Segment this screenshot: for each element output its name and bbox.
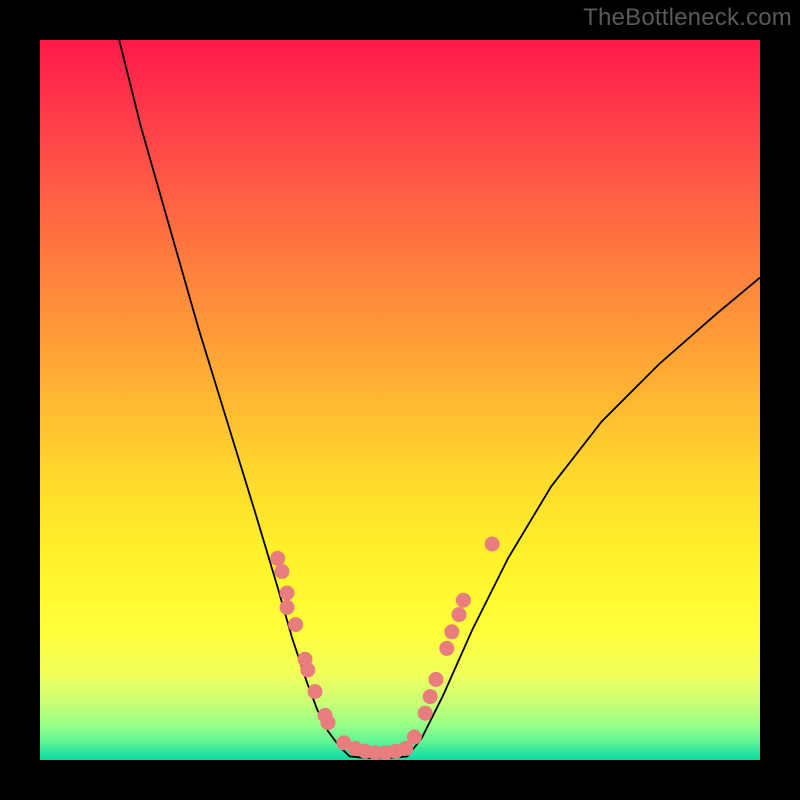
data-point — [308, 684, 323, 699]
data-point — [300, 663, 315, 678]
data-point — [444, 624, 459, 639]
data-point — [274, 564, 289, 579]
data-point — [423, 689, 438, 704]
plot-area — [40, 40, 760, 760]
curve-layer — [40, 40, 760, 760]
data-point — [485, 537, 500, 552]
data-point — [270, 551, 285, 566]
data-point — [418, 706, 433, 721]
data-point — [280, 586, 295, 601]
data-point — [439, 641, 454, 656]
data-point — [288, 617, 303, 632]
data-point — [456, 593, 471, 608]
chart-canvas: TheBottleneck.com — [0, 0, 800, 800]
data-point — [280, 600, 295, 615]
data-point — [407, 730, 422, 745]
data-point — [429, 672, 444, 687]
watermark-text: TheBottleneck.com — [583, 4, 792, 32]
data-point — [452, 607, 467, 622]
data-point — [321, 715, 336, 730]
data-points — [270, 537, 500, 761]
